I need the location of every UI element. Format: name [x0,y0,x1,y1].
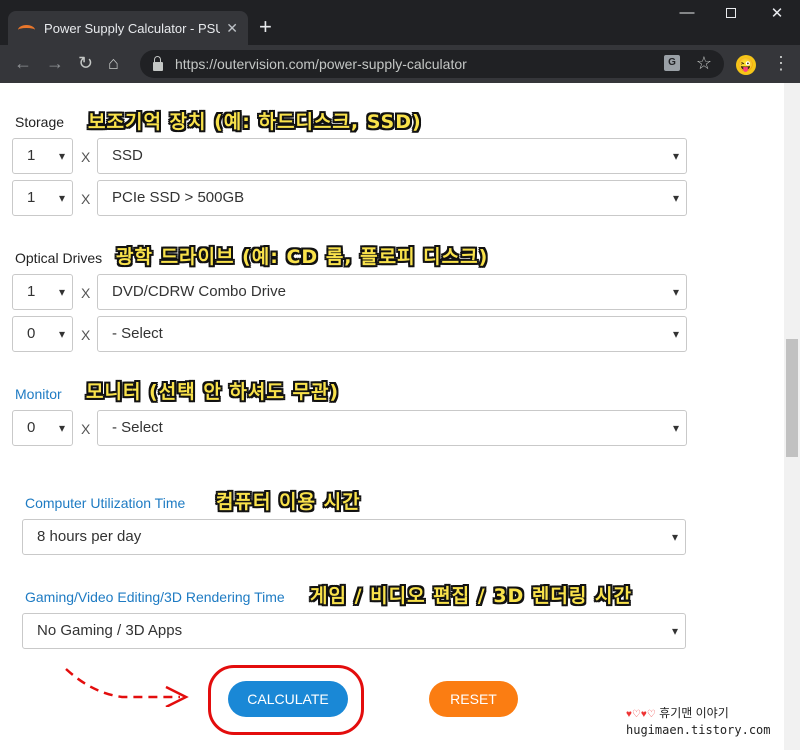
watermark-url: hugimaen.tistory.com [626,723,771,737]
times-sign: X [81,421,91,437]
times-sign: X [81,285,91,301]
times-sign: X [81,327,91,343]
lock-icon[interactable] [153,55,163,71]
gaming-time-select[interactable]: No Gaming / 3D Apps [22,613,686,649]
optical-type-select-1[interactable]: DVD/CDRW Combo Drive [97,274,687,310]
reload-icon[interactable]: ↻ [78,53,93,73]
back-arrow-icon[interactable]: ← [14,53,32,73]
site-favicon-icon [18,25,36,35]
blog-watermark: ♥♡♥♡ 휴기맨 이야기 hugimaen.tistory.com [626,704,776,737]
utilization-time-select[interactable]: 8 hours per day [22,519,686,555]
forward-arrow-icon[interactable]: → [46,53,64,73]
url-text: https://outervision.com/power-supply-cal… [175,56,467,72]
storage-type-select-2[interactable]: PCIe SSD > 500GB [97,180,687,216]
optical-drives-label: Optical Drives [15,250,103,266]
storage-label: Storage [15,114,65,130]
monitor-annotation: 모니터 (선택 안 하셔도 무관) [86,381,340,403]
maximize-icon [726,8,736,18]
watermark-title: ♥♡♥♡ 휴기맨 이야기 [626,704,776,721]
minimize-button[interactable]: — [672,4,702,21]
watermark-name: 휴기맨 이야기 [659,706,729,720]
profile-avatar-icon[interactable]: 😜 [736,55,756,75]
home-icon[interactable]: ⌂ [108,53,119,73]
monitor-label: Monitor [15,386,62,402]
monitor-qty-select[interactable]: 0 [12,410,73,446]
storage-type-select-1[interactable]: SSD [97,138,687,174]
utilization-time-label: Computer Utilization Time [25,495,186,511]
gaming-time-label: Gaming/Video Editing/3D Rendering Time [25,589,285,605]
new-tab-button[interactable]: + [259,16,272,38]
tab-close-icon[interactable]: ✕ [226,20,238,37]
storage-annotation: 보조기억 장치 (예: 하드디스크, SSD) [88,111,422,133]
monitor-type-select[interactable]: - Select [97,410,687,446]
maximize-button[interactable] [716,4,746,22]
browser-toolbar: ← → ↻ ⌂ https://outervision.com/power-su… [0,45,800,83]
storage-qty-select-1[interactable]: 1 [12,138,73,174]
dashed-arrow-icon [65,668,189,707]
optical-drives-annotation: 광학 드라이브 (예: CD 롬, 플로피 디스크) [116,246,489,268]
translate-icon[interactable]: G [664,55,680,71]
utilization-time-annotation: 컴퓨터 이용 시간 [216,491,361,513]
times-sign: X [81,191,91,207]
vertical-scrollbar[interactable] [784,83,800,750]
storage-qty-select-2[interactable]: 1 [12,180,73,216]
title-bar: Power Supply Calculator - PSU C ✕ + — ✕ [0,0,800,45]
calculate-button[interactable]: CALCULATE [228,681,348,717]
optical-qty-select-1[interactable]: 1 [12,274,73,310]
address-bar[interactable]: https://outervision.com/power-supply-cal… [140,50,724,78]
scrollbar-thumb[interactable] [786,339,798,457]
reset-button[interactable]: RESET [429,681,518,717]
hearts-icon: ♥♡♥♡ [626,709,656,720]
page-content: Storage 보조기억 장치 (예: 하드디스크, SSD) 1 X SSD … [0,83,784,750]
browser-tab[interactable]: Power Supply Calculator - PSU C ✕ [8,11,248,45]
tab-title: Power Supply Calculator - PSU C [44,20,221,36]
gaming-time-annotation: 게임 / 비디오 편집 / 3D 렌더링 시간 [310,585,632,607]
times-sign: X [81,149,91,165]
bookmark-star-icon[interactable]: ☆ [696,53,712,74]
browser-menu-icon[interactable]: ⋮ [772,53,790,73]
close-window-button[interactable]: ✕ [762,4,792,22]
optical-qty-select-2[interactable]: 0 [12,316,73,352]
optical-type-select-2[interactable]: - Select [97,316,687,352]
